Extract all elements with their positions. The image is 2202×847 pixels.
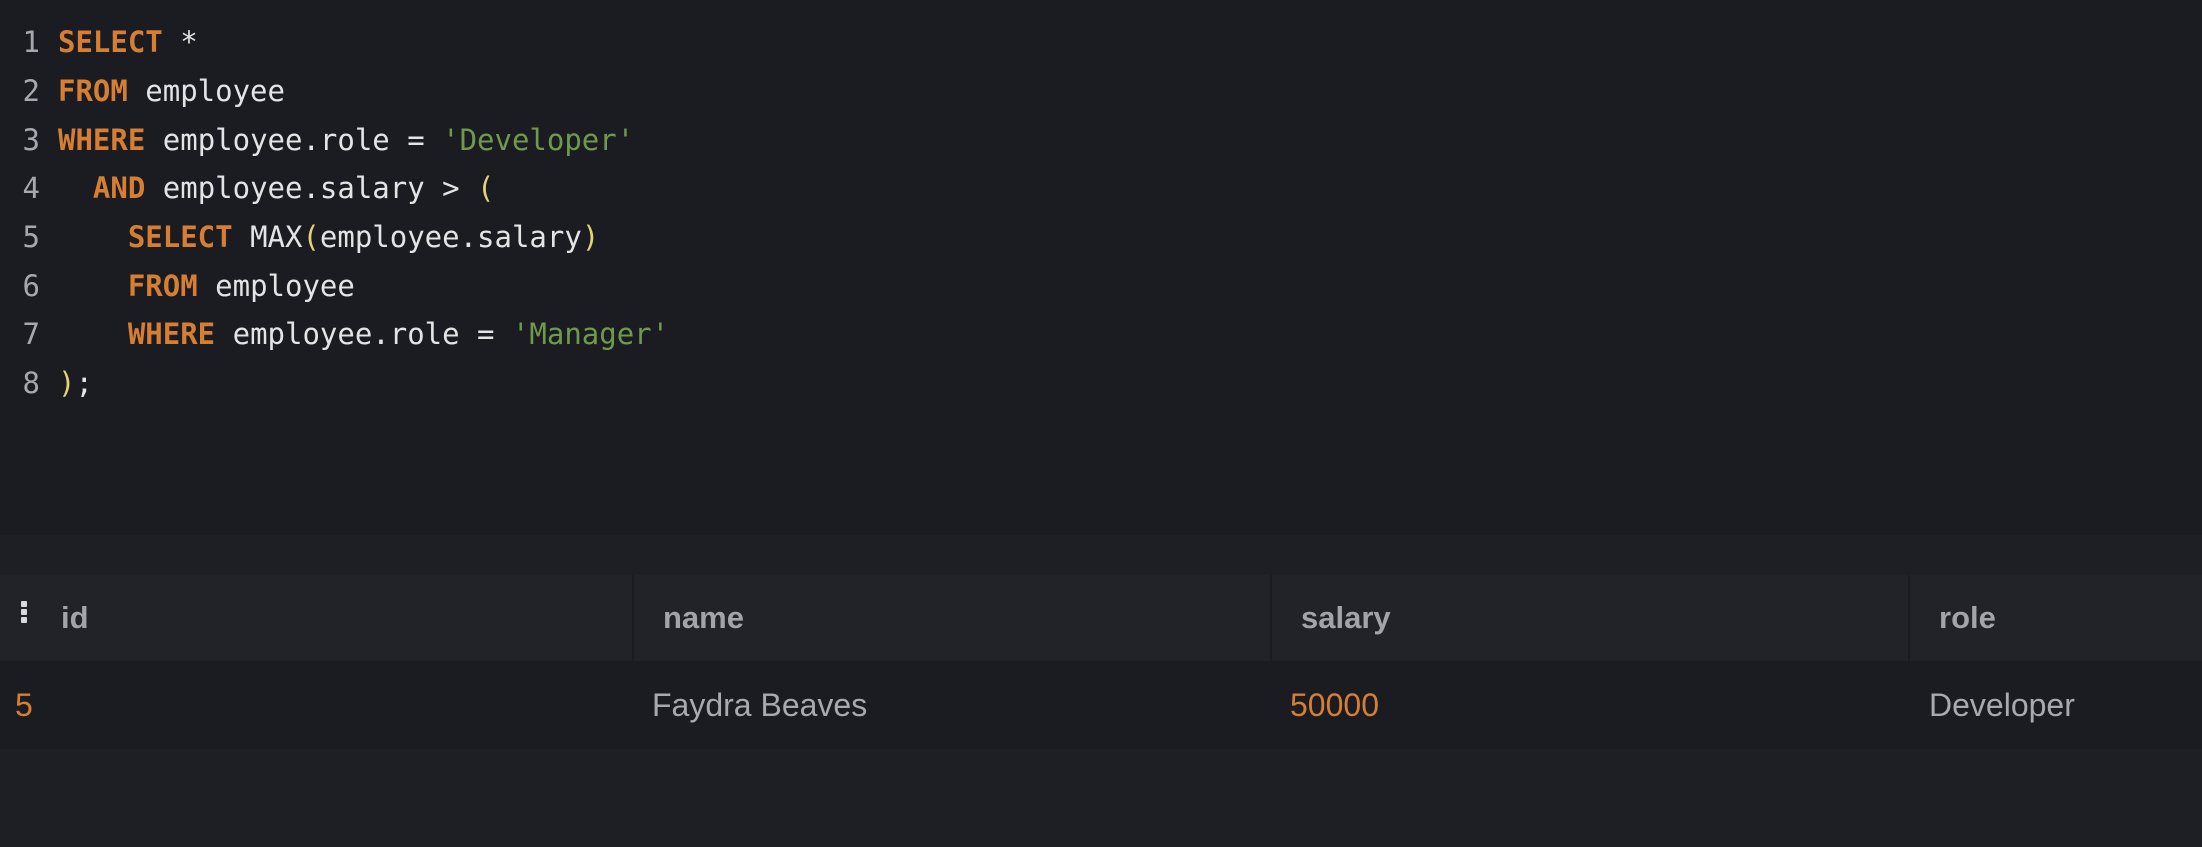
sql-editor[interactable]: 1 SELECT * 2 FROM employee 3 WHERE employee… xyxy=(0,0,2202,535)
code-line: 4 AND employee.salary > ( xyxy=(0,164,495,213)
code-token: employee.salary > xyxy=(145,171,478,205)
code-token: AND xyxy=(92,171,146,205)
results-header: id name salary role xyxy=(0,575,2202,661)
code-token: WHERE xyxy=(58,123,146,157)
line-number: 3 xyxy=(22,123,40,157)
line-number: 7 xyxy=(22,317,40,351)
cell-salary[interactable]: 50000 xyxy=(1290,661,1379,749)
table-row[interactable]: 5 Faydra Beaves 50000 Developer xyxy=(0,661,2202,749)
code-token: employee xyxy=(197,269,355,303)
cell-name[interactable]: Faydra Beaves xyxy=(652,661,867,749)
line-number: 5 xyxy=(22,220,40,254)
vertical-dots-icon[interactable] xyxy=(21,601,27,623)
code-token: ) xyxy=(58,366,76,400)
code-token: MAX xyxy=(232,220,303,254)
code-line: 7 WHERE employee.role = 'Manager' xyxy=(0,310,670,359)
column-header-name[interactable]: name xyxy=(663,575,744,661)
line-number: 6 xyxy=(22,269,40,303)
column-header-role[interactable]: role xyxy=(1939,575,1996,661)
column-divider[interactable] xyxy=(1270,575,1272,661)
cell-role[interactable]: Developer xyxy=(1929,661,2075,749)
column-divider[interactable] xyxy=(1908,575,1910,661)
code-line: 3 WHERE employee.role = 'Developer' xyxy=(0,116,635,165)
code-token: * xyxy=(162,25,198,59)
line-number: 4 xyxy=(22,171,40,205)
code-token: FROM xyxy=(127,269,198,303)
cell-id[interactable]: 5 xyxy=(15,661,33,749)
line-number: 8 xyxy=(22,366,40,400)
code-token: 'Manager' xyxy=(511,317,670,351)
code-token: employee.salary xyxy=(319,220,582,254)
code-token: employee.role = xyxy=(215,317,512,351)
code-token: employee.role = xyxy=(145,123,443,157)
column-header-id[interactable]: id xyxy=(61,575,89,661)
line-number: 2 xyxy=(22,74,40,108)
results-grid: id name salary role 5 Faydra Beaves 5000… xyxy=(0,575,2202,847)
code-token: ( xyxy=(302,220,320,254)
code-token: WHERE xyxy=(127,317,216,351)
code-token: SELECT xyxy=(58,25,163,59)
code-token: FROM xyxy=(58,74,128,108)
code-token: SELECT xyxy=(127,220,233,254)
code-token: 'Developer' xyxy=(442,123,635,157)
code-line: 6 FROM employee xyxy=(0,262,355,311)
sql-workspace: 1 SELECT * 2 FROM employee 3 WHERE employee… xyxy=(0,0,2202,847)
code-token: ) xyxy=(581,220,600,254)
code-line: 5 SELECT MAX(employee.salary) xyxy=(0,213,600,262)
code-line: 1 SELECT * xyxy=(0,18,198,67)
code-token: ( xyxy=(477,171,495,205)
code-token: ; xyxy=(75,366,93,400)
panel-divider[interactable] xyxy=(0,535,2202,575)
code-line: 2 FROM employee xyxy=(0,67,285,116)
column-header-salary[interactable]: salary xyxy=(1301,575,1391,661)
line-number: 1 xyxy=(22,25,40,59)
column-divider[interactable] xyxy=(632,575,634,661)
code-token: employee xyxy=(127,74,285,108)
code-line: 8); xyxy=(0,359,93,408)
grid-empty-area xyxy=(0,749,2202,847)
